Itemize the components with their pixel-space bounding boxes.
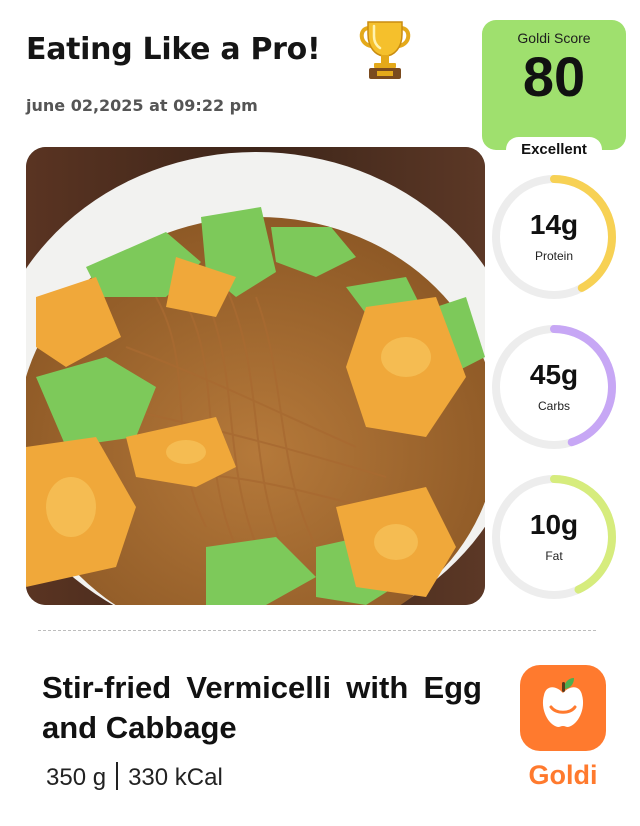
dish-calories: 330 kCal	[128, 764, 223, 791]
fat-value: 10g	[529, 509, 579, 540]
carbs-value: 45g	[529, 359, 579, 390]
score-value: 80	[522, 45, 586, 108]
timestamp: june 02,2025 at 09:22 pm	[26, 96, 258, 115]
dish-name: Stir-fried Vermicelli with Egg and Cabba…	[42, 670, 482, 745]
dish-stats: 350 g 330 kCal	[46, 762, 223, 792]
fat-label: Fat	[545, 549, 563, 563]
carbs-label: Carbs	[537, 399, 570, 413]
score-label: Goldi Score	[517, 30, 591, 46]
protein-value: 14g	[529, 209, 579, 240]
dish-weight: 350 g	[46, 764, 107, 791]
page-title: Eating Like a Pro!	[26, 32, 321, 67]
goldi-app-icon[interactable]	[520, 665, 606, 751]
food-photo[interactable]	[26, 147, 485, 605]
stat-separator	[116, 762, 119, 790]
apple-logo-icon	[542, 678, 584, 727]
protein-label: Protein	[534, 249, 574, 263]
fat-ring[interactable]: 10g Fat	[490, 473, 618, 601]
divider	[38, 630, 596, 631]
trophy-icon	[357, 18, 413, 82]
app-name: Goldi	[528, 760, 598, 790]
carbs-ring[interactable]: 45g Carbs	[490, 323, 618, 451]
goldi-score-card[interactable]: Goldi Score 80 Excellent	[482, 20, 626, 162]
score-rating-badge: Excellent	[506, 137, 602, 162]
protein-ring[interactable]: 14g Protein	[490, 173, 618, 301]
